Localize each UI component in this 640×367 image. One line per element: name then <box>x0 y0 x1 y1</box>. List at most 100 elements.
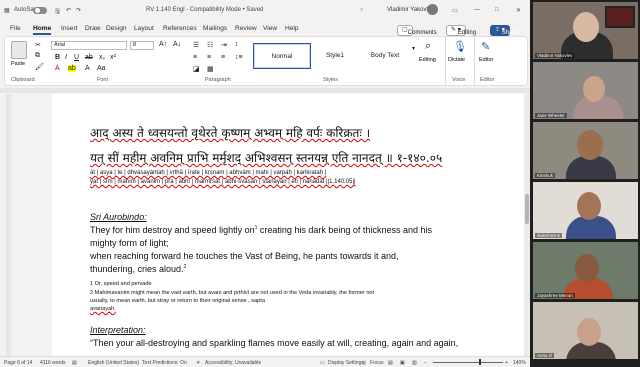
text-effects-icon[interactable]: A <box>85 65 90 72</box>
tab-home[interactable]: Home <box>33 25 52 35</box>
line-spacing-icon[interactable]: ↕≡ <box>235 54 243 61</box>
participant-tile[interactable]: Jayashree Menon <box>533 242 638 299</box>
tab-layout[interactable]: Layout <box>134 25 154 32</box>
style-body-text[interactable]: Body Text <box>360 43 410 69</box>
dictate-button[interactable]: Dictate <box>448 57 465 63</box>
tab-review[interactable]: Review <box>235 25 257 32</box>
share-button[interactable]: ⇪ Share ▾ <box>490 25 518 36</box>
page-count[interactable]: Page 6 of 14 <box>4 360 32 366</box>
font-name-input[interactable]: Arial <box>51 41 127 50</box>
participant-tile[interactable]: Kinshuk <box>533 122 638 179</box>
group-font: Font <box>97 77 109 83</box>
subscript-button[interactable]: x₂ <box>99 54 105 61</box>
grow-font-icon[interactable]: A↑ <box>159 41 167 48</box>
microphone-icon[interactable]: 🎙 <box>453 40 467 53</box>
participant-tile[interactable]: Sulochna S <box>533 182 638 239</box>
editing-button[interactable]: Editing <box>419 57 436 63</box>
horizontal-ruler <box>0 88 530 93</box>
borders-icon[interactable]: ▦ <box>207 65 214 73</box>
participant-name: Vladimir Yakovlev <box>535 53 575 58</box>
minimize-icon[interactable]: — <box>474 7 480 13</box>
transliteration-line-1: āt | asya | te | dhvasayántaḥ | vṛthā | … <box>90 170 327 176</box>
save-icon[interactable]: 🖫 <box>55 7 60 17</box>
display-settings[interactable]: Display Settings <box>328 360 364 366</box>
tab-design[interactable]: Design <box>106 25 127 32</box>
undo-icon[interactable]: ↶ <box>66 7 71 14</box>
translation-line-3: when reaching forward he touches the Vas… <box>90 251 399 261</box>
participant-name: Anna G <box>535 353 555 358</box>
highlight-button[interactable]: ab <box>68 65 76 72</box>
editor-button[interactable]: Editor <box>479 57 493 63</box>
cut-icon[interactable]: ✂ <box>35 41 41 49</box>
tab-references[interactable]: References <box>163 25 197 32</box>
bold-button[interactable]: B <box>55 54 60 61</box>
comments-button[interactable]: ▢ Comments <box>397 25 437 36</box>
close-icon[interactable]: ✕ <box>516 7 521 14</box>
maximize-icon[interactable]: □ <box>495 7 499 13</box>
tab-file[interactable]: File <box>10 25 21 32</box>
copy-icon[interactable]: ⧉ <box>35 52 40 60</box>
focus-icon[interactable]: ◎ <box>362 360 366 366</box>
footnote-ref-2[interactable]: 2 <box>184 264 187 270</box>
style-normal[interactable]: Normal <box>253 43 311 69</box>
autosave-toggle[interactable] <box>33 7 47 14</box>
font-size-input[interactable]: 8 <box>130 41 154 50</box>
tab-mailings[interactable]: Mailings <box>203 25 227 32</box>
editor-icon[interactable]: ✎ <box>481 40 490 53</box>
participant-tile[interactable]: Vladimir Yakovlev <box>533 2 638 59</box>
participant-tile[interactable]: Jane Wheeler <box>533 62 638 119</box>
paste-icon[interactable] <box>11 41 27 59</box>
zoom-slider[interactable] <box>433 362 503 363</box>
document-page[interactable]: आद् अस्य ते ध्वसयन्तो वृथेरते कृष्णम् अभ… <box>52 94 529 356</box>
footnote-2: 2 Mahimavanim might mean the vast earth,… <box>90 290 375 296</box>
search-icon[interactable]: ⌕ <box>360 7 363 14</box>
shrink-font-icon[interactable]: A↓ <box>173 41 181 48</box>
print-layout-icon[interactable]: ▣ <box>400 360 405 366</box>
superscript-button[interactable]: x² <box>110 54 116 61</box>
tab-draw[interactable]: Draw <box>85 25 100 32</box>
user-avatar[interactable] <box>427 4 438 15</box>
paste-button[interactable]: Paste <box>11 61 25 67</box>
editing-mode-button[interactable]: ✎ Editing ▾ <box>446 25 476 36</box>
text-predictions[interactable]: Text Predictions: On <box>142 360 187 366</box>
proofing-icon[interactable]: ▤ <box>72 360 77 366</box>
accessibility-status[interactable]: Accessibility: Unavailable <box>205 360 261 366</box>
tab-view[interactable]: View <box>263 25 277 32</box>
strikethrough-button[interactable]: ab <box>85 54 93 61</box>
align-center-icon[interactable]: ≡ <box>207 54 211 61</box>
numbering-icon[interactable]: ☷ <box>207 41 213 49</box>
zoom-slider-thumb[interactable] <box>479 359 481 365</box>
accessibility-icon[interactable]: ✳ <box>196 360 200 366</box>
find-icon[interactable]: ⌕ <box>425 40 431 53</box>
tab-insert[interactable]: Insert <box>61 25 78 32</box>
shading-icon[interactable]: ◪ <box>193 65 200 73</box>
focus-button[interactable]: Focus <box>370 360 384 366</box>
indent-icon[interactable]: ⇥ <box>221 41 227 49</box>
display-settings-icon[interactable]: ▭ <box>320 360 325 366</box>
sort-icon[interactable]: ↕ <box>235 41 239 48</box>
redo-icon[interactable]: ↷ <box>76 7 81 14</box>
tab-help[interactable]: Help <box>285 25 299 32</box>
participant-tile[interactable]: Anna G <box>533 302 638 359</box>
change-case-button[interactable]: Aa <box>97 65 106 72</box>
read-mode-icon[interactable]: ▤ <box>388 360 393 366</box>
italic-button[interactable]: I <box>65 54 67 61</box>
font-color-button[interactable]: A <box>55 65 60 72</box>
title-bar: ▦ AutoSave 🖫 ↶ ↷ RV 1.140 Engl - Compati… <box>0 0 530 22</box>
underline-button[interactable]: U <box>74 54 79 61</box>
zoom-in-icon[interactable]: + <box>505 360 508 366</box>
scrollbar-thumb[interactable] <box>525 194 529 224</box>
style-style1[interactable]: Style1 <box>311 43 359 69</box>
word-count[interactable]: 4116 words <box>40 360 65 366</box>
ribbon-options-icon[interactable]: ▭ <box>452 7 458 14</box>
language[interactable]: English (United States) <box>88 360 139 366</box>
web-layout-icon[interactable]: ▥ <box>412 360 417 366</box>
align-right-icon[interactable]: ≡ <box>221 54 225 61</box>
zoom-level[interactable]: 140% <box>513 360 526 366</box>
bullets-icon[interactable]: ☰ <box>193 41 199 49</box>
word-icon: ▦ <box>4 8 10 14</box>
zoom-out-icon[interactable]: − <box>424 360 427 366</box>
align-left-icon[interactable]: ≡ <box>193 54 197 61</box>
styles-more-icon[interactable]: ▾ <box>412 45 415 52</box>
format-painter-icon[interactable]: 🖌 <box>35 63 44 71</box>
